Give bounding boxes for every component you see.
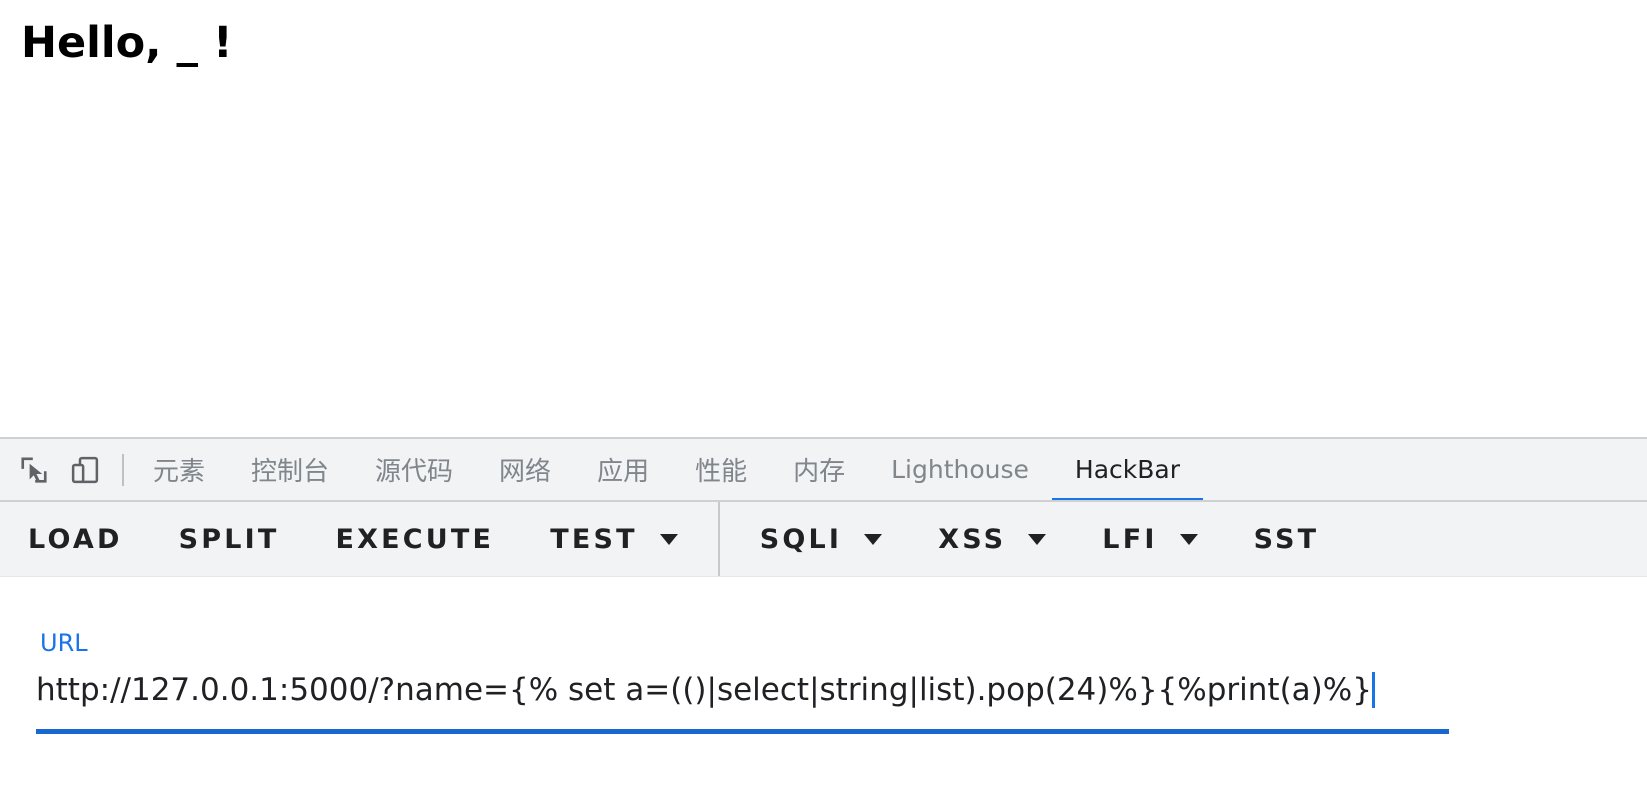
button-label: SQLI bbox=[759, 523, 843, 555]
inspect-element-icon[interactable] bbox=[17, 453, 51, 487]
sst-dropdown-button[interactable]: SST bbox=[1226, 502, 1348, 576]
button-label: LFI bbox=[1102, 523, 1158, 555]
tab-memory[interactable]: 内存 bbox=[770, 439, 868, 500]
page-viewport: Hello, _ ! bbox=[0, 0, 1647, 437]
toolbar-divider bbox=[122, 453, 124, 486]
button-label: XSS bbox=[938, 523, 1007, 555]
execute-button[interactable]: EXECUTE bbox=[307, 502, 522, 576]
tab-application[interactable]: 应用 bbox=[574, 439, 672, 500]
url-input-focus-underline bbox=[36, 729, 1449, 734]
tab-label: 源代码 bbox=[375, 457, 454, 487]
tab-label: 网络 bbox=[499, 457, 552, 487]
chevron-down-icon bbox=[1179, 533, 1198, 545]
url-field-label: URL bbox=[40, 629, 88, 657]
tab-sources[interactable]: 源代码 bbox=[352, 439, 476, 500]
hackbar-body: URL http://127.0.0.1:5000/?name={% set a… bbox=[0, 577, 1647, 799]
test-dropdown-button[interactable]: TEST bbox=[522, 502, 706, 576]
tab-console[interactable]: 控制台 bbox=[228, 439, 352, 500]
tab-network[interactable]: 网络 bbox=[476, 439, 574, 500]
chevron-down-icon bbox=[659, 533, 678, 545]
button-label: EXECUTE bbox=[335, 523, 495, 555]
text-cursor-caret bbox=[1371, 672, 1375, 708]
split-button[interactable]: SPLIT bbox=[151, 502, 308, 576]
load-button[interactable]: LOAD bbox=[0, 502, 151, 576]
button-label: LOAD bbox=[28, 523, 123, 555]
device-toolbar-icon[interactable] bbox=[68, 453, 102, 487]
sqli-dropdown-button[interactable]: SQLI bbox=[732, 502, 910, 576]
tab-label: 元素 bbox=[153, 457, 206, 487]
tab-label: 性能 bbox=[695, 457, 748, 487]
chevron-down-icon bbox=[864, 533, 883, 545]
tab-label: 应用 bbox=[597, 457, 650, 487]
url-input[interactable]: http://127.0.0.1:5000/?name={% set a=(()… bbox=[36, 667, 1647, 713]
tab-label: Lighthouse bbox=[891, 455, 1029, 484]
lfi-dropdown-button[interactable]: LFI bbox=[1074, 502, 1225, 576]
tab-hackbar[interactable]: HackBar bbox=[1051, 439, 1204, 500]
hackbar-toolbar: LOAD SPLIT EXECUTE TEST SQLI XSS LFI SST bbox=[0, 502, 1647, 577]
tab-label: 控制台 bbox=[251, 457, 330, 487]
tab-label: HackBar bbox=[1074, 455, 1180, 484]
toolbar-separator bbox=[717, 502, 720, 576]
button-label: SPLIT bbox=[178, 523, 280, 555]
button-label: TEST bbox=[550, 523, 638, 555]
url-input-value: http://127.0.0.1:5000/?name={% set a=(()… bbox=[36, 672, 1372, 708]
tab-lighthouse[interactable]: Lighthouse bbox=[868, 439, 1052, 500]
page-title: Hello, _ ! bbox=[21, 18, 233, 68]
devtools-tab-bar: 元素 控制台 源代码 网络 应用 性能 内存 Lighthouse HackBa… bbox=[0, 439, 1647, 502]
devtools-panel: 元素 控制台 源代码 网络 应用 性能 内存 Lighthouse HackBa… bbox=[0, 437, 1647, 799]
tab-label: 内存 bbox=[793, 457, 846, 487]
chevron-down-icon bbox=[1028, 533, 1047, 545]
xss-dropdown-button[interactable]: XSS bbox=[910, 502, 1074, 576]
tab-elements[interactable]: 元素 bbox=[130, 439, 228, 500]
button-label: SST bbox=[1253, 523, 1320, 555]
tab-performance[interactable]: 性能 bbox=[672, 439, 770, 500]
